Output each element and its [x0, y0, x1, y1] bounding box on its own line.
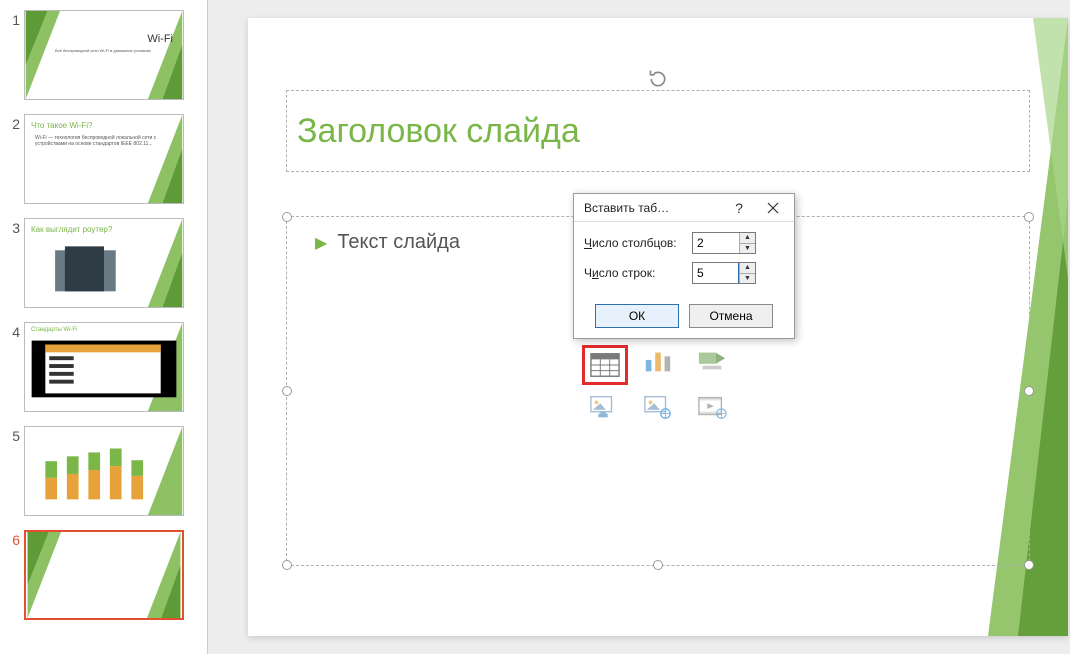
spinner-up-icon[interactable]: ▲	[740, 263, 755, 274]
thumb-body: Wi-Fi — технология беспроводной локально…	[35, 135, 158, 147]
spinner-down-icon[interactable]: ▼	[740, 244, 755, 254]
thumb-title: Wi-Fi	[147, 33, 173, 45]
slide-decoration	[26, 532, 182, 618]
thumbnail-row[interactable]: 3 Как выглядит роутер?	[6, 218, 201, 308]
rotate-handle-icon[interactable]	[648, 69, 668, 94]
dialog-body: Число столбцов: ▲ ▼ Число строк:	[574, 222, 794, 298]
columns-label: Число столбцов:	[584, 236, 692, 250]
thumbnail-slide-2[interactable]: Что такое Wi-Fi? Wi-Fi — технология бесп…	[24, 114, 184, 204]
insert-content-icons	[582, 345, 734, 427]
resize-handle[interactable]	[282, 212, 292, 222]
slide-number: 4	[6, 322, 24, 340]
thumbnail-slide-1[interactable]: Wi-Fi Всё беспроводной сети Wi-Fi в дома…	[24, 10, 184, 100]
resize-handle[interactable]	[1024, 386, 1034, 396]
insert-smartart-icon[interactable]	[690, 345, 734, 377]
thumbnail-row[interactable]: 6	[6, 530, 201, 620]
thumb-title: Что такое Wi-Fi?	[31, 121, 92, 130]
rows-spinner[interactable]: ▲ ▼	[692, 262, 756, 284]
insert-online-picture-icon[interactable]	[636, 391, 680, 423]
slide-number: 2	[6, 114, 24, 132]
thumbnail-slide-4[interactable]: Стандарты Wi-Fi	[24, 322, 184, 412]
close-icon	[767, 202, 779, 214]
thumb-title: Стандарты Wi-Fi	[31, 327, 77, 333]
resize-handle[interactable]	[282, 560, 292, 570]
thumbnail-slide-3[interactable]: Как выглядит роутер?	[24, 218, 184, 308]
slide-number: 6	[6, 530, 24, 548]
spinner-down-icon[interactable]: ▼	[740, 274, 755, 284]
thumbnail-row[interactable]: 2 Что такое Wi-Fi? Wi-Fi — технология бе…	[6, 114, 201, 204]
bullet-arrow-icon: ▶	[315, 233, 327, 253]
columns-spinner[interactable]: ▲ ▼	[692, 232, 756, 254]
thumbnail-row[interactable]: 4 Стандарты Wi-Fi	[6, 322, 201, 412]
insert-chart-icon[interactable]	[636, 345, 680, 377]
slide-canvas[interactable]: Заголовок слайда ▶ Текст слайда	[248, 18, 1068, 636]
thumb-body: Всё беспроводной сети Wi-Fi в домашних у…	[55, 49, 173, 54]
slide-decoration	[25, 11, 183, 99]
cancel-button[interactable]: Отмена	[689, 304, 773, 328]
ok-button[interactable]: ОК	[595, 304, 679, 328]
dialog-help-button[interactable]: ?	[722, 196, 756, 220]
thumb-title: Как выглядит роутер?	[31, 225, 112, 234]
slide-thumbnails-panel: 1 Wi-Fi Всё беспроводной сети Wi-Fi в до…	[0, 0, 208, 654]
slide-editor-area: Заголовок слайда ▶ Текст слайда	[208, 0, 1070, 654]
content-label-text: Текст слайда	[337, 231, 460, 254]
resize-handle[interactable]	[282, 386, 292, 396]
slide-number: 3	[6, 218, 24, 236]
slide-decoration	[25, 427, 183, 515]
dialog-close-button[interactable]	[756, 196, 790, 220]
columns-input[interactable]	[693, 233, 739, 253]
thumbnail-slide-6[interactable]	[24, 530, 184, 620]
dialog-button-row: ОК Отмена	[574, 298, 794, 338]
resize-handle[interactable]	[1024, 560, 1034, 570]
slide-number: 5	[6, 426, 24, 444]
title-text: Заголовок слайда	[297, 112, 580, 151]
spinner-up-icon[interactable]: ▲	[740, 233, 755, 244]
thumbnail-row[interactable]: 1 Wi-Fi Всё беспроводной сети Wi-Fi в до…	[6, 10, 201, 100]
dialog-title: Вставить таб…	[584, 201, 722, 215]
rows-input[interactable]	[693, 263, 739, 283]
rows-label: Число строк:	[584, 266, 692, 280]
insert-video-icon[interactable]	[690, 391, 734, 423]
thumbnail-row[interactable]: 5	[6, 426, 201, 516]
insert-picture-icon[interactable]	[582, 391, 626, 423]
insert-table-icon[interactable]	[582, 345, 628, 385]
slide-decoration	[25, 323, 183, 411]
dialog-titlebar[interactable]: Вставить таб… ?	[574, 194, 794, 222]
thumbnail-slide-5[interactable]	[24, 426, 184, 516]
title-placeholder[interactable]: Заголовок слайда	[286, 90, 1030, 172]
content-label: ▶ Текст слайда	[315, 231, 460, 254]
resize-handle[interactable]	[1024, 212, 1034, 222]
insert-table-dialog: Вставить таб… ? Число столбцов:	[573, 193, 795, 339]
slide-number: 1	[6, 10, 24, 28]
resize-handle[interactable]	[653, 560, 663, 570]
